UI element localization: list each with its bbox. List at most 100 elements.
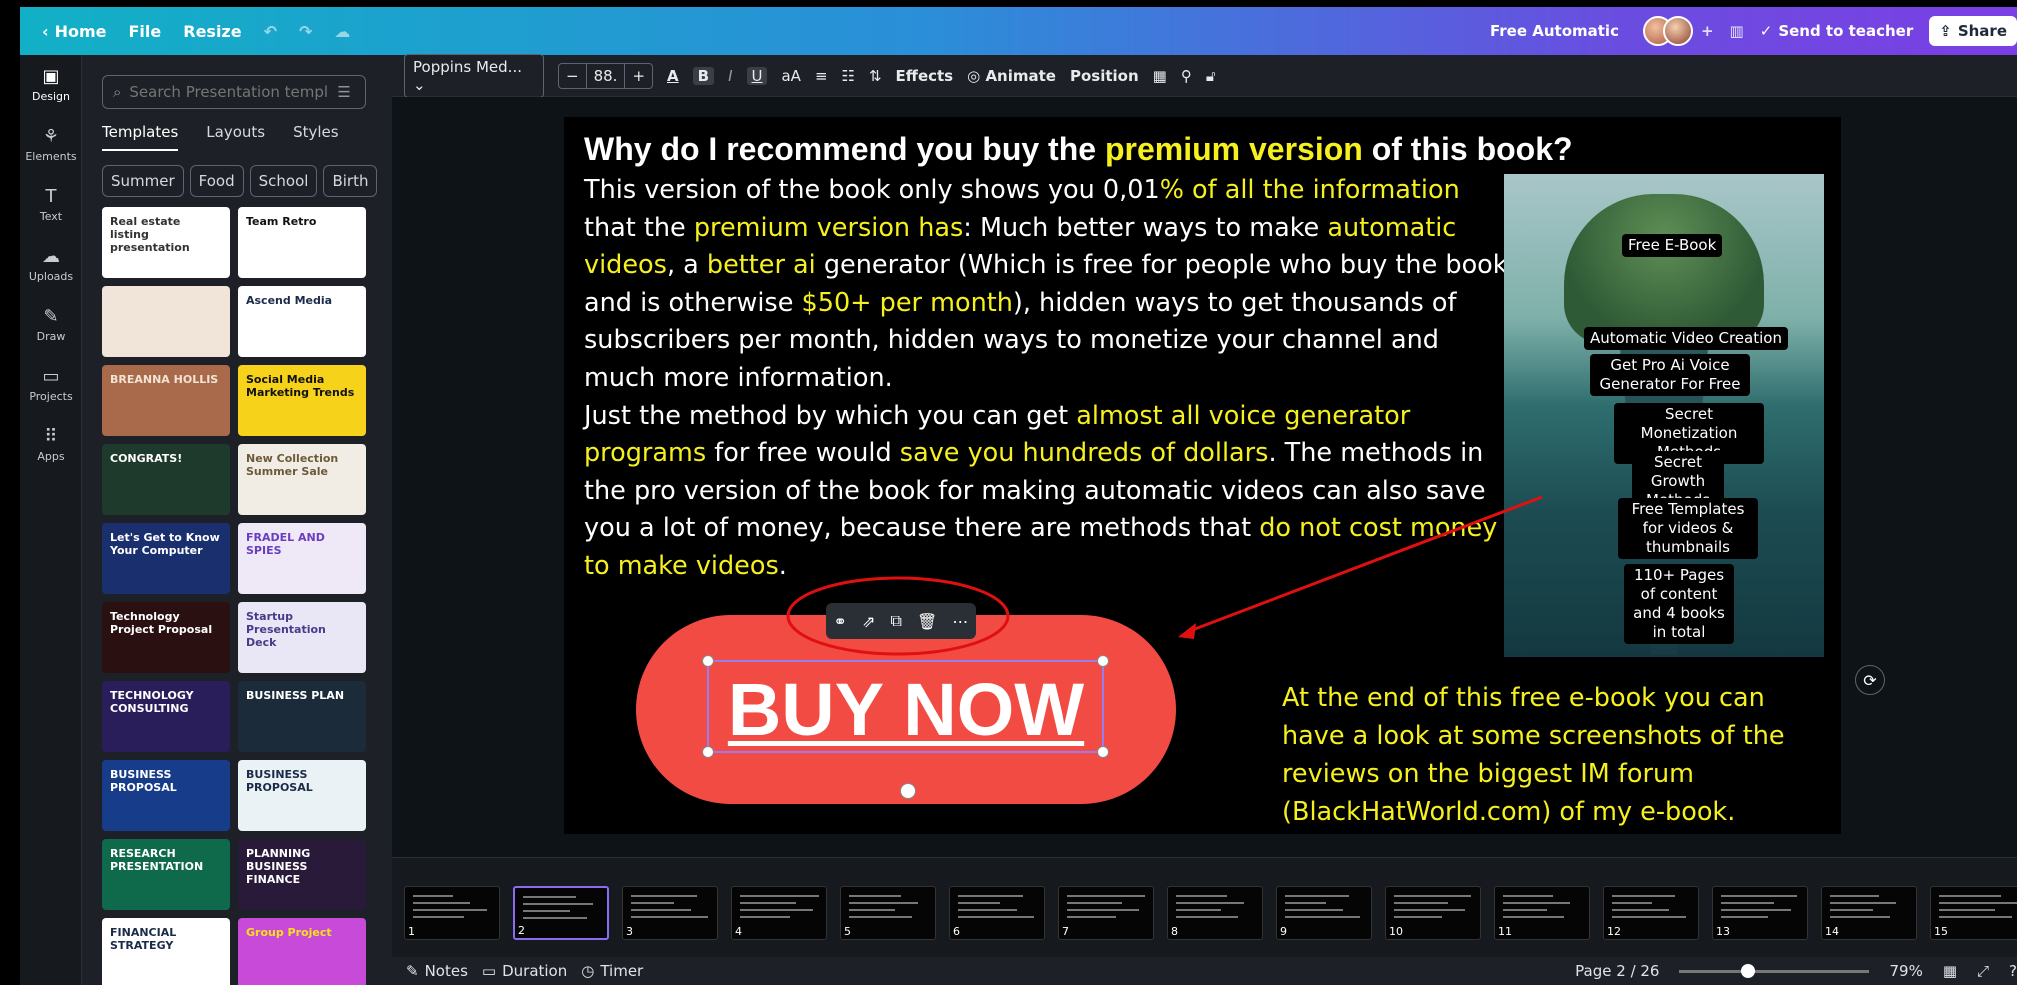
resize-button[interactable]: Resize: [183, 22, 241, 41]
chip-summer[interactable]: Summer: [102, 165, 184, 197]
chip-school[interactable]: School: [249, 165, 318, 197]
refresh-icon[interactable]: ⟳: [1855, 665, 1885, 695]
page-thumbnail[interactable]: 11: [1494, 886, 1590, 940]
text-color-icon[interactable]: A: [667, 67, 679, 85]
notes-button[interactable]: ✎ Notes: [406, 962, 468, 980]
template-thumbnail[interactable]: Social Media Marketing Trends: [238, 365, 366, 436]
list-icon[interactable]: ☷: [842, 67, 855, 85]
template-thumbnail[interactable]: BREANNA HOLLIS: [102, 365, 230, 436]
align-icon[interactable]: ≡: [815, 67, 828, 85]
template-thumbnail[interactable]: PLANNING BUSINESS FINANCE: [238, 839, 366, 910]
cloud-save-icon[interactable]: ☁: [334, 22, 350, 41]
filter-icon[interactable]: ☰: [337, 83, 350, 101]
chip-food[interactable]: Food: [189, 165, 244, 197]
file-menu[interactable]: File: [129, 22, 162, 41]
category-chips: Summer Food School Birth: [102, 165, 378, 197]
rail-item-text[interactable]: T Text: [20, 175, 82, 235]
page-thumbnail[interactable]: 7: [1058, 886, 1154, 940]
page-thumbnail[interactable]: 10: [1385, 886, 1481, 940]
chip-birth[interactable]: Birth: [323, 165, 378, 197]
zoom-slider[interactable]: [1679, 963, 1870, 978]
page-thumbnail[interactable]: 2: [513, 886, 609, 940]
page-thumbnail[interactable]: 6: [949, 886, 1045, 940]
page-thumbnail[interactable]: 4: [731, 886, 827, 940]
page-thumbnail[interactable]: 15: [1930, 886, 2017, 940]
case-icon[interactable]: aA: [781, 67, 800, 85]
editor-toolbar: Poppins Med... ⌄ − 88. + A B I U aA ≡ ☷ …: [392, 53, 2017, 98]
page-thumbnail[interactable]: 3: [622, 886, 718, 940]
page-thumbnail[interactable]: 9: [1276, 886, 1372, 940]
home-button[interactable]: ‹ Home: [42, 22, 107, 41]
font-size-stepper[interactable]: − 88. +: [558, 62, 654, 89]
duration-button[interactable]: ▭ Duration: [482, 962, 567, 980]
rail-label: Elements: [25, 149, 77, 163]
font-family-select[interactable]: Poppins Med... ⌄: [404, 53, 544, 98]
slide[interactable]: Why do I recommend you buy the premium v…: [564, 117, 1841, 834]
template-thumbnail[interactable]: Startup Presentation Deck: [238, 602, 366, 673]
rail-item-elements[interactable]: ⚘ Elements: [20, 115, 82, 175]
italic-icon[interactable]: I: [728, 67, 732, 85]
tab-templates[interactable]: Templates: [102, 123, 179, 151]
template-thumbnail[interactable]: CONGRATS!: [102, 444, 230, 515]
spacing-icon[interactable]: ⇅: [869, 67, 882, 85]
template-thumbnail[interactable]: Ascend Media: [238, 286, 366, 357]
template-thumbnail[interactable]: Group Project: [238, 918, 366, 985]
template-thumbnail[interactable]: TECHNOLOGY CONSULTING: [102, 681, 230, 752]
page-thumbnail[interactable]: 5: [840, 886, 936, 940]
bottom-bar: ✎ Notes ▭ Duration ◷ Timer Page 2 / 26 79% …: [392, 957, 2017, 985]
page-thumbnail[interactable]: 13: [1712, 886, 1808, 940]
underline-icon[interactable]: U: [746, 66, 768, 85]
template-thumbnail[interactable]: RESEARCH PRESENTATION: [102, 839, 230, 910]
template-thumbnail[interactable]: BUSINESS PROPOSAL: [238, 760, 366, 831]
design-title[interactable]: Free Automatic: [1490, 22, 1619, 40]
template-thumbnail[interactable]: Let's Get to Know Your Computer: [102, 523, 230, 594]
template-thumbnail[interactable]: FRADEL AND SPIES: [238, 523, 366, 594]
template-thumbnail[interactable]: BUSINESS PROPOSAL: [102, 760, 230, 831]
page-thumbnail[interactable]: 12: [1603, 886, 1699, 940]
transparency-icon[interactable]: ▦: [1153, 67, 1167, 85]
page-thumbnail[interactable]: 8: [1167, 886, 1263, 940]
grid-view-icon[interactable]: ▦: [1943, 962, 1957, 980]
template-thumbnail[interactable]: Technology Project Proposal: [102, 602, 230, 673]
lock-icon[interactable]: 🔓︎: [1206, 67, 1216, 85]
send-to-teacher-button[interactable]: ✓ Send to teacher: [1760, 22, 1914, 40]
template-thumbnail[interactable]: Team Retro: [238, 207, 366, 278]
tab-styles[interactable]: Styles: [293, 123, 339, 151]
increase-size-button[interactable]: +: [625, 64, 652, 88]
rail-item-draw[interactable]: ✎ Draw: [20, 295, 82, 355]
page-indicator[interactable]: Page 2 / 26: [1575, 962, 1659, 980]
page-thumbnail[interactable]: 1: [404, 886, 500, 940]
fullscreen-icon[interactable]: ⤢: [1977, 962, 1989, 980]
template-thumbnail[interactable]: FINANCIAL STRATEGY: [102, 918, 230, 985]
search-box[interactable]: ⌕ ☰: [102, 75, 366, 109]
template-thumbnail[interactable]: Real estate listing presentation: [102, 207, 230, 278]
position-button[interactable]: Position: [1070, 67, 1139, 85]
bold-icon[interactable]: B: [692, 66, 715, 85]
zoom-level[interactable]: 79%: [1889, 962, 1922, 980]
undo-icon[interactable]: ↶: [264, 22, 277, 41]
search-input[interactable]: [129, 83, 330, 101]
rail-item-uploads[interactable]: ☁ Uploads: [20, 235, 82, 295]
timer-button[interactable]: ◷ Timer: [581, 962, 643, 980]
rail-item-design[interactable]: ▣ Design: [20, 55, 82, 115]
font-size-input[interactable]: 88.: [587, 63, 626, 88]
redo-icon[interactable]: ↷: [299, 22, 312, 41]
share-button[interactable]: ⇪ Share: [1929, 16, 2017, 46]
template-thumbnail[interactable]: New Collection Summer Sale: [238, 444, 366, 515]
rail-item-projects[interactable]: ▭ Projects: [20, 355, 82, 415]
collaborators[interactable]: +: [1642, 16, 1714, 46]
help-icon[interactable]: ?: [2009, 962, 2017, 980]
zoom-slider-knob[interactable]: [1740, 963, 1755, 978]
tab-layouts[interactable]: Layouts: [206, 123, 265, 151]
page-thumbnail[interactable]: 14: [1821, 886, 1917, 940]
slide-footer-text[interactable]: At the end of this free e-book you can h…: [1282, 679, 1822, 831]
analytics-icon[interactable]: ▥: [1730, 22, 1744, 40]
decrease-size-button[interactable]: −: [559, 63, 587, 88]
effects-button[interactable]: Effects: [896, 67, 954, 85]
rail-item-apps[interactable]: ⠿ Apps: [20, 415, 82, 475]
template-thumbnail[interactable]: BUSINESS PLAN: [238, 681, 366, 752]
animate-button[interactable]: ◎ Animate: [967, 67, 1056, 85]
template-thumbnail[interactable]: [102, 286, 230, 357]
copy-style-icon[interactable]: ⚲: [1181, 67, 1192, 85]
add-collaborator-icon[interactable]: +: [1701, 22, 1714, 40]
